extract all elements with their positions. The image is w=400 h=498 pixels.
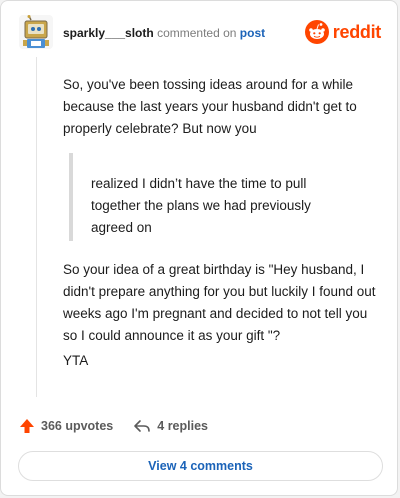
reddit-wordmark: reddit [332, 21, 382, 42]
commented-on-label: commented on [157, 26, 237, 40]
post-link[interactable]: post [240, 26, 265, 40]
comment-meta: sparkly___sloth commented on post [63, 26, 265, 40]
quote-text: realized I didn’t have the time to pull … [91, 176, 311, 235]
reply-arrow-icon [134, 420, 151, 432]
upvote-arrow-icon [20, 419, 34, 433]
thread-line [36, 57, 37, 397]
username-link[interactable]: sparkly___sloth [63, 26, 154, 40]
robot-avatar-icon [19, 15, 53, 49]
user-avatar[interactable] [19, 15, 53, 49]
comment-paragraph-1: So, you've been tossing ideas around for… [63, 77, 357, 136]
comment-paragraph-3: YTA [63, 353, 89, 368]
comment-header: sparkly___sloth commented on post reddit [19, 15, 381, 55]
reddit-brand[interactable]: reddit [304, 19, 382, 45]
comment-card: sparkly___sloth commented on post reddit… [0, 0, 398, 496]
comment-paragraph-2: So your idea of a great birthday is "Hey… [63, 262, 376, 343]
upvote-count: 366 upvotes [41, 419, 114, 433]
block-quote: realized I didn’t have the time to pull … [69, 153, 379, 241]
comment-actions: 366 upvotes 4 replies [19, 415, 228, 437]
reply-button[interactable]: 4 replies [133, 418, 208, 434]
upvote-button[interactable]: 366 upvotes [19, 418, 113, 434]
reply-count: 4 replies [157, 419, 208, 433]
view-comments-button[interactable]: View 4 comments [18, 451, 383, 481]
reddit-logo-icon [304, 20, 329, 44]
